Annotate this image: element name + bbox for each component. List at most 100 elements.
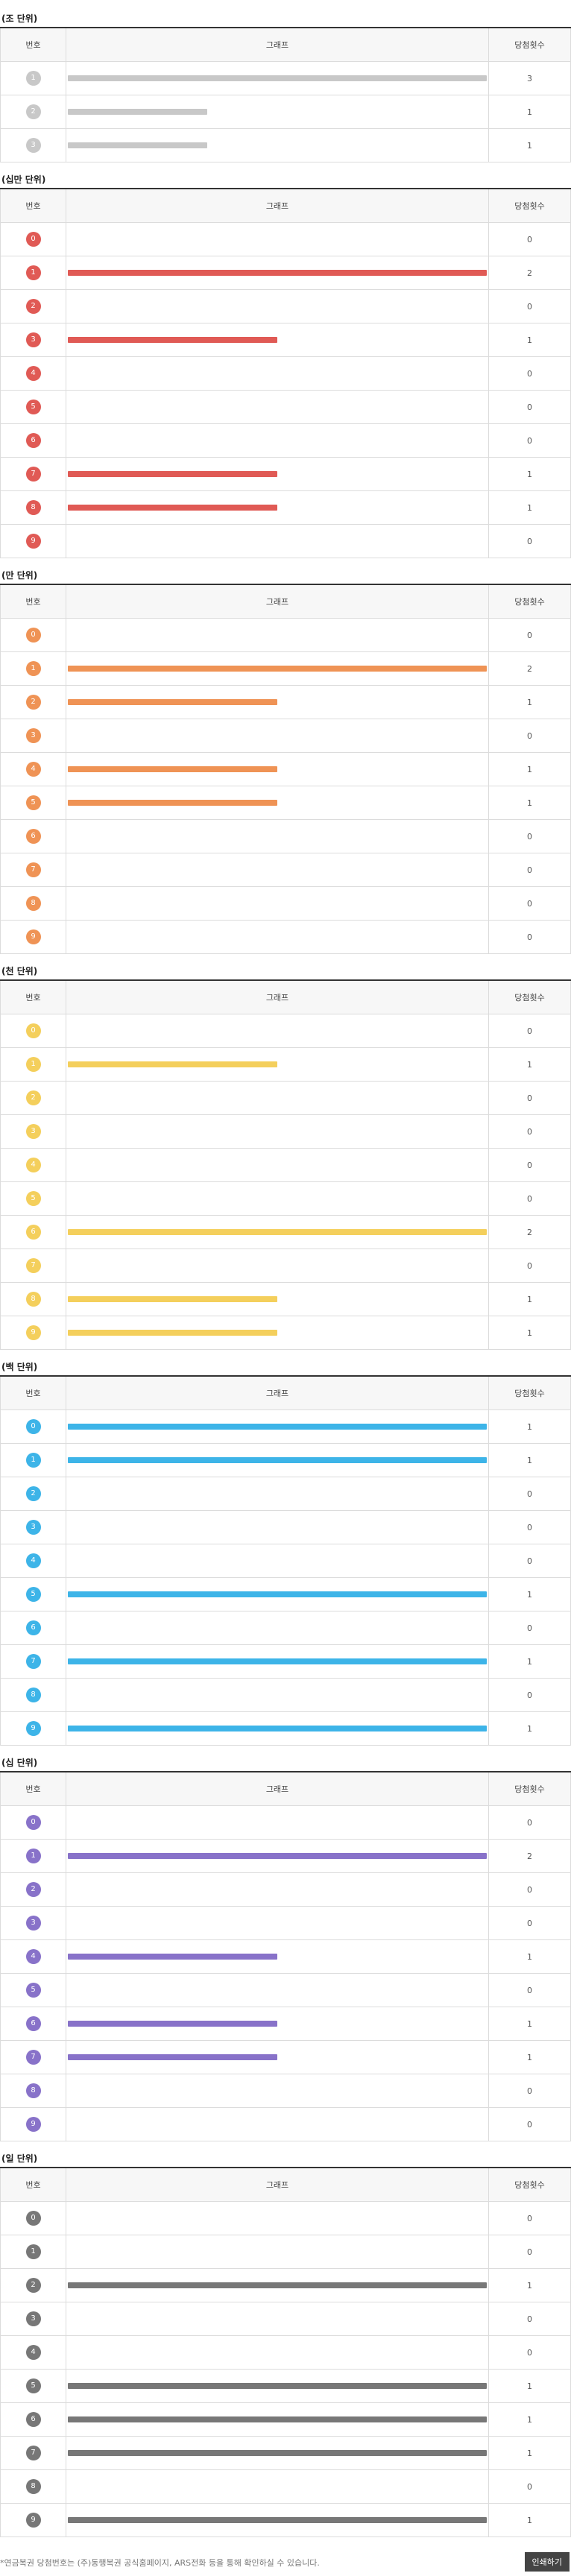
- number-cell: 8: [0, 2469, 66, 2504]
- count-cell: 1: [488, 1409, 571, 1444]
- table-row: 40: [0, 1544, 571, 1578]
- count-cell: 1: [488, 752, 571, 786]
- table-row: 30: [0, 719, 571, 753]
- number-cell: 3: [0, 1906, 66, 1940]
- col-graph-header: 그래프: [66, 1772, 489, 1806]
- number-cell: 2: [0, 1477, 66, 1511]
- number-ball: 1: [25, 265, 41, 280]
- count-bar: [68, 142, 208, 148]
- table-row: 80: [0, 886, 571, 921]
- number-cell: 0: [0, 222, 66, 256]
- count-cell: 1: [488, 786, 571, 820]
- graph-cell: [66, 752, 489, 786]
- graph-cell: [66, 786, 489, 820]
- count-cell: 0: [488, 920, 571, 954]
- number-ball: 2: [25, 1090, 41, 1105]
- graph-cell: [66, 1215, 489, 1249]
- count-bar: [68, 337, 277, 343]
- count-cell: 0: [488, 289, 571, 323]
- table-row: 60: [0, 423, 571, 458]
- count-bar: [68, 1591, 487, 1597]
- number-ball: 9: [25, 2117, 41, 2132]
- graph-cell: [66, 2302, 489, 2336]
- graph-cell: [66, 2040, 489, 2074]
- table-row: 40: [0, 356, 571, 391]
- count-bar: [68, 270, 487, 276]
- number-cell: 0: [0, 618, 66, 652]
- count-cell: 1: [488, 1282, 571, 1316]
- number-cell: 9: [0, 1711, 66, 1746]
- number-ball: 2: [25, 299, 41, 314]
- count-cell: 0: [488, 390, 571, 424]
- graph-cell: [66, 886, 489, 921]
- print-button[interactable]: 인쇄하기: [524, 2552, 570, 2572]
- count-cell: 0: [488, 1611, 571, 1645]
- col-graph-header: 그래프: [66, 584, 489, 619]
- number-cell: 3: [0, 2302, 66, 2336]
- stats-table: 번호 그래프 당첨횟수 0 0 1 2 2 1 3 0 4 1 5 1 6 0 7 0 8 0 9 0: [0, 584, 571, 954]
- count-cell: 0: [488, 1872, 571, 1907]
- graph-cell: [66, 1443, 489, 1477]
- number-cell: 6: [0, 1611, 66, 1645]
- col-graph-header: 그래프: [66, 189, 489, 223]
- number-cell: 9: [0, 2503, 66, 2537]
- count-cell: 1: [488, 2369, 571, 2403]
- count-bar: [68, 1296, 277, 1302]
- count-cell: 0: [488, 423, 571, 458]
- graph-cell: [66, 2268, 489, 2302]
- count-bar: [68, 1853, 487, 1859]
- number-cell: 8: [0, 1678, 66, 1712]
- count-cell: 0: [488, 2335, 571, 2370]
- col-graph-header: 그래프: [66, 980, 489, 1014]
- count-bar: [68, 1424, 487, 1430]
- graph-cell: [66, 323, 489, 357]
- table-row: 00: [0, 2201, 571, 2235]
- number-cell: 5: [0, 390, 66, 424]
- count-cell: 0: [488, 1510, 571, 1544]
- section-3: (천 단위) 번호 그래프 당첨횟수 0 0 1 1 2 0 3 0 4 0 5 0 6 2 7 0 8 1 9 1: [0, 963, 571, 1350]
- count-bar: [68, 699, 277, 705]
- number-cell: 4: [0, 1148, 66, 1182]
- table-row: 21: [0, 95, 571, 129]
- col-number-header: 번호: [0, 584, 66, 619]
- number-cell: 9: [0, 524, 66, 558]
- number-cell: 4: [0, 356, 66, 391]
- number-ball: 6: [25, 1620, 41, 1635]
- count-cell: 0: [488, 1014, 571, 1048]
- col-count-header: 당첨횟수: [488, 28, 571, 62]
- table-row: 30: [0, 2302, 571, 2336]
- number-ball: 7: [25, 467, 41, 482]
- graph-cell: [66, 1611, 489, 1645]
- number-cell: 3: [0, 719, 66, 753]
- footer-note: *연금복권 당첨번호는 (주)동행복권 공식홈페이지, ARS전화 등을 통해 …: [0, 2558, 320, 2568]
- number-ball: 0: [25, 1815, 41, 1830]
- table-row: 20: [0, 289, 571, 323]
- graph-cell: [66, 1316, 489, 1350]
- table-row: 70: [0, 853, 571, 887]
- number-cell: 8: [0, 1282, 66, 1316]
- count-cell: 0: [488, 1805, 571, 1840]
- section-title: (십 단위): [1, 1758, 38, 1768]
- number-cell: 5: [0, 1973, 66, 2007]
- count-cell: 0: [488, 819, 571, 853]
- count-cell: 0: [488, 1544, 571, 1578]
- graph-cell: [66, 1510, 489, 1544]
- number-cell: 9: [0, 920, 66, 954]
- graph-cell: [66, 2007, 489, 2041]
- number-ball: 2: [25, 1882, 41, 1897]
- number-cell: 1: [0, 2235, 66, 2269]
- count-bar: [68, 2383, 487, 2389]
- number-ball: 9: [25, 2513, 41, 2528]
- number-ball: 5: [25, 2378, 41, 2393]
- count-bar: [68, 1061, 277, 1067]
- number-cell: 3: [0, 1510, 66, 1544]
- col-count-header: 당첨횟수: [488, 189, 571, 223]
- section-2: (만 단위) 번호 그래프 당첨횟수 0 0 1 2 2 1 3 0 4 1 5 1 6 0 7 0 8 0 9 0: [0, 567, 571, 954]
- section-5: (십 단위) 번호 그래프 당첨횟수 0 0 1 2 2 0 3 0 4 1 5 0 6 1 7 1 8 0 9 0: [0, 1755, 571, 2141]
- number-ball: 2: [25, 695, 41, 710]
- count-cell: 0: [488, 2107, 571, 2141]
- number-cell: 0: [0, 2201, 66, 2235]
- number-ball: 3: [25, 728, 41, 743]
- table-row: 51: [0, 1577, 571, 1611]
- number-ball: 7: [25, 2050, 41, 2065]
